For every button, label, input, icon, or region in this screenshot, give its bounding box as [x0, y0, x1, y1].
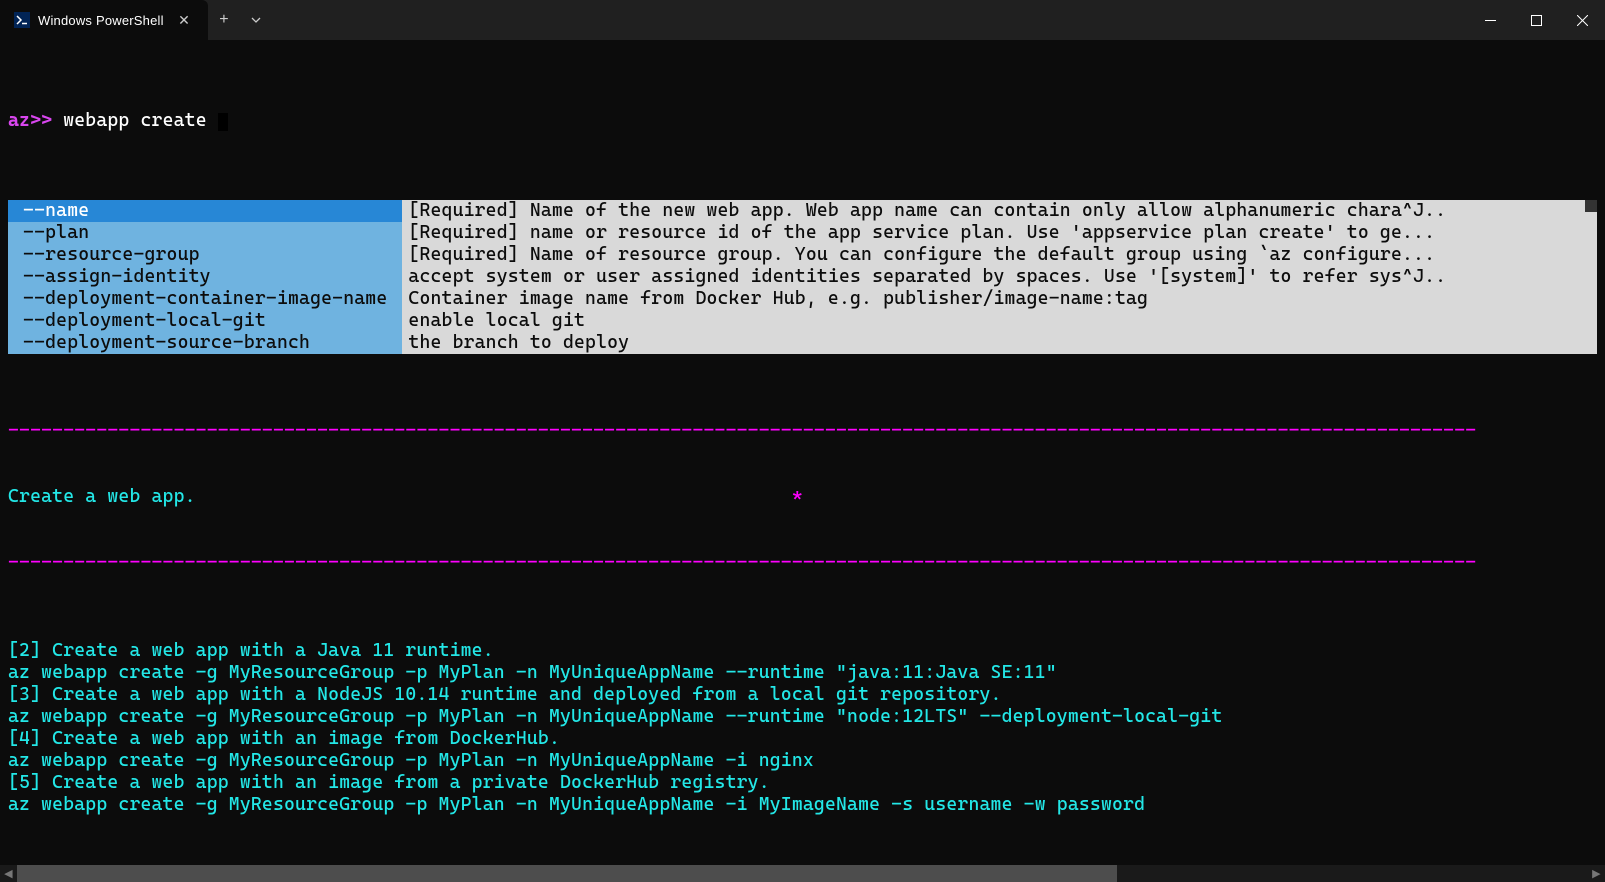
- completion-option[interactable]: --deployment-local-git: [8, 310, 402, 332]
- help-title-line: Create a web app. *: [8, 486, 1597, 508]
- example-command: az webapp create -g MyResourceGroup -p M…: [8, 794, 1597, 816]
- completion-scrollbar[interactable]: [1585, 200, 1597, 354]
- completion-description: [Required] Name of resource group. You c…: [402, 244, 1597, 266]
- window-controls: [1467, 0, 1605, 40]
- completion-option[interactable]: --deployment-container-image-name: [8, 288, 402, 310]
- tab-title: Windows PowerShell: [38, 13, 166, 28]
- scroll-right-arrow[interactable]: ▶: [1588, 865, 1605, 882]
- terminal-content[interactable]: az>> webapp create --name --plan --resou…: [0, 40, 1605, 882]
- scrollbar-thumb[interactable]: [1585, 200, 1597, 212]
- completion-description: enable local git: [402, 310, 1597, 332]
- example-heading: [5] Create a web app with an image from …: [8, 772, 1597, 794]
- prompt-command: webapp create: [52, 110, 218, 131]
- star-marker: *: [792, 486, 803, 507]
- terminal-tab[interactable]: Windows PowerShell ✕: [0, 0, 208, 40]
- close-window-button[interactable]: [1559, 0, 1605, 40]
- help-summary: Create a web app.: [8, 486, 196, 507]
- completion-option[interactable]: --name: [8, 200, 402, 222]
- example-command: az webapp create -g MyResourceGroup -p M…: [8, 706, 1597, 728]
- horizontal-scrollbar[interactable]: ◀ ▶: [0, 865, 1605, 882]
- example-command: az webapp create -g MyResourceGroup -p M…: [8, 750, 1597, 772]
- new-tab-button[interactable]: +: [208, 11, 240, 29]
- completion-options[interactable]: --name --plan --resource-group --assign-…: [8, 200, 402, 354]
- completion-option[interactable]: --assign-identity: [8, 266, 402, 288]
- scrollbar-thumb[interactable]: [17, 865, 1117, 882]
- completion-descriptions: [Required] Name of the new web app. Web …: [402, 200, 1597, 354]
- completion-description: the branch to deploy: [402, 332, 1597, 354]
- prompt-prefix: az>>: [8, 110, 52, 131]
- maximize-button[interactable]: [1513, 0, 1559, 40]
- tabbar-actions: +: [208, 0, 272, 40]
- divider: ----------------------------------------…: [8, 420, 1597, 442]
- example-heading: [4] Create a web app with an image from …: [8, 728, 1597, 750]
- cursor: [218, 113, 228, 131]
- example-heading: [3] Create a web app with a NodeJS 10.14…: [8, 684, 1597, 706]
- prompt-line: az>> webapp create: [8, 110, 1597, 132]
- completion-option[interactable]: --plan: [8, 222, 402, 244]
- minimize-button[interactable]: [1467, 0, 1513, 40]
- completion-description: [Required] name or resource id of the ap…: [402, 222, 1597, 244]
- divider: ----------------------------------------…: [8, 552, 1597, 574]
- completion-popup[interactable]: --name --plan --resource-group --assign-…: [8, 200, 1597, 354]
- completion-description: Container image name from Docker Hub, e.…: [402, 288, 1597, 310]
- example-command: az webapp create -g MyResourceGroup -p M…: [8, 662, 1597, 684]
- tab-dropdown-button[interactable]: [240, 15, 272, 25]
- completion-description: [Required] Name of the new web app. Web …: [402, 200, 1597, 222]
- scrollbar-track[interactable]: [17, 865, 1588, 882]
- completion-option[interactable]: --deployment-source-branch: [8, 332, 402, 354]
- powershell-icon: [14, 12, 30, 28]
- completion-description: accept system or user assigned identitie…: [402, 266, 1597, 288]
- completion-option[interactable]: --resource-group: [8, 244, 402, 266]
- close-tab-button[interactable]: ✕: [174, 10, 194, 31]
- help-examples: [2] Create a web app with a Java 11 runt…: [8, 640, 1597, 816]
- example-heading: [2] Create a web app with a Java 11 runt…: [8, 640, 1597, 662]
- scroll-left-arrow[interactable]: ◀: [0, 865, 17, 882]
- window-titlebar: Windows PowerShell ✕ +: [0, 0, 1605, 40]
